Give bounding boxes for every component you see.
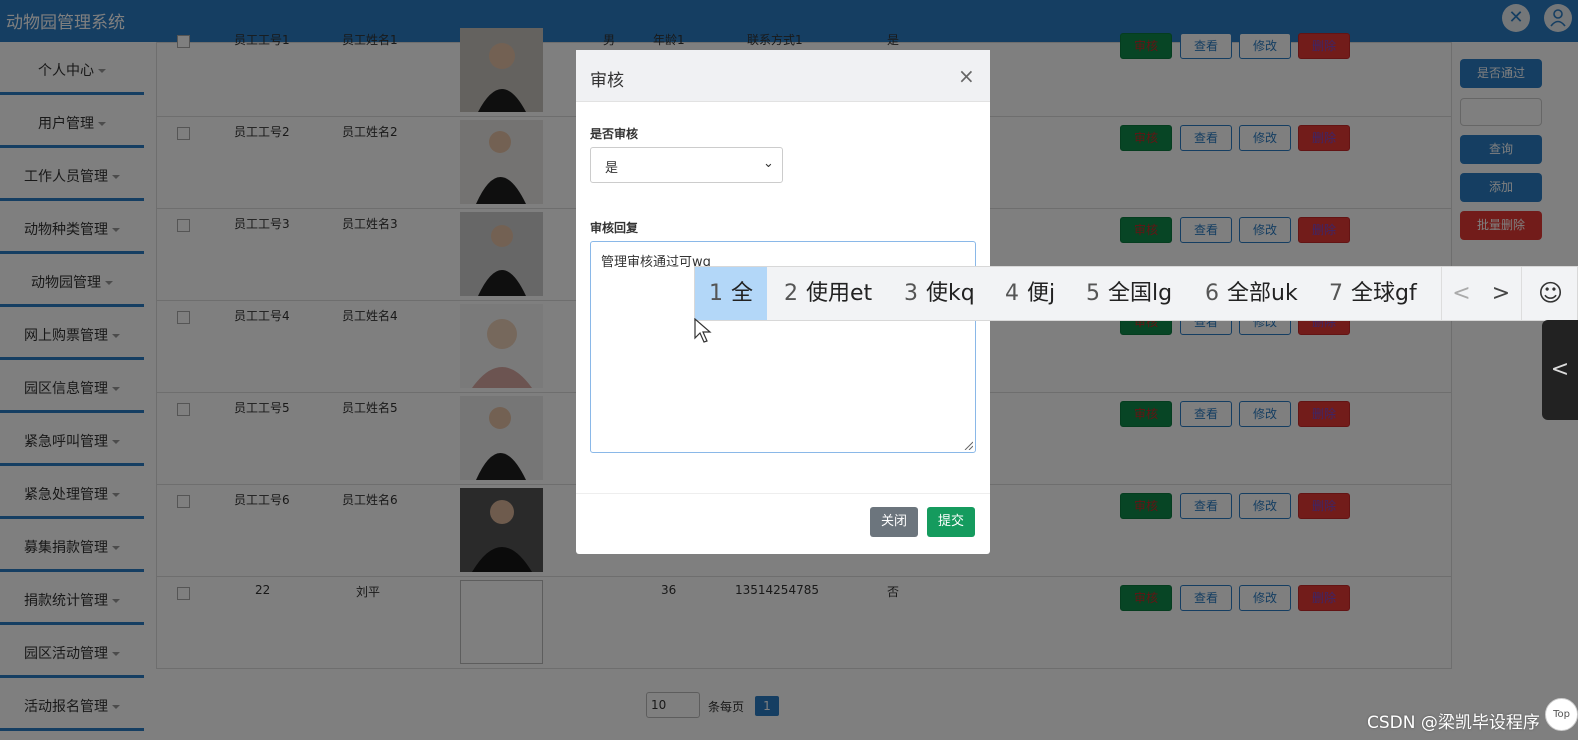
modal-header: 审核 × [576, 50, 990, 102]
chevron-right-icon[interactable]: > [1481, 267, 1521, 320]
close-button[interactable]: 关闭 [870, 507, 918, 537]
emoji-icon[interactable]: ☺ [1521, 267, 1578, 320]
modal-title: 审核 [590, 71, 624, 91]
ime-candidate[interactable]: 6 全部uk [1191, 267, 1312, 320]
submit-button[interactable]: 提交 [927, 507, 975, 537]
approve-select[interactable]: 是 ⌄ [590, 147, 783, 183]
chevron-left-icon[interactable]: < [1441, 267, 1481, 320]
watermark: CSDN @梁凯毕设程序 [1367, 713, 1540, 733]
ime-candidate[interactable]: 2 使用et [770, 267, 886, 320]
modal-footer: 关闭 提交 [576, 493, 990, 554]
back-to-top-button[interactable]: Top [1545, 698, 1578, 731]
ime-candidate[interactable]: 5 全国lg [1072, 267, 1186, 320]
chevron-left-icon[interactable]: < [1542, 320, 1578, 420]
ime-candidate[interactable]: 4 便j [991, 267, 1069, 320]
mouse-cursor-icon [694, 318, 712, 343]
chevron-down-icon: ⌄ [763, 156, 774, 171]
ime-candidate-bar: 1全 2 使用et 3 使kq 4 便j 5 全国lg 6 全部uk 7 全球gf < > … [694, 266, 1578, 321]
ime-candidate[interactable]: 3 使kq [890, 267, 989, 320]
reply-label: 审核回复 [590, 221, 639, 235]
ime-candidate[interactable]: 7 全球gf [1315, 267, 1431, 320]
approve-label: 是否审核 [590, 127, 639, 141]
resize-grip-icon[interactable] [963, 440, 973, 450]
close-icon[interactable]: × [958, 64, 975, 88]
ime-candidate[interactable]: 1全 [695, 267, 768, 320]
